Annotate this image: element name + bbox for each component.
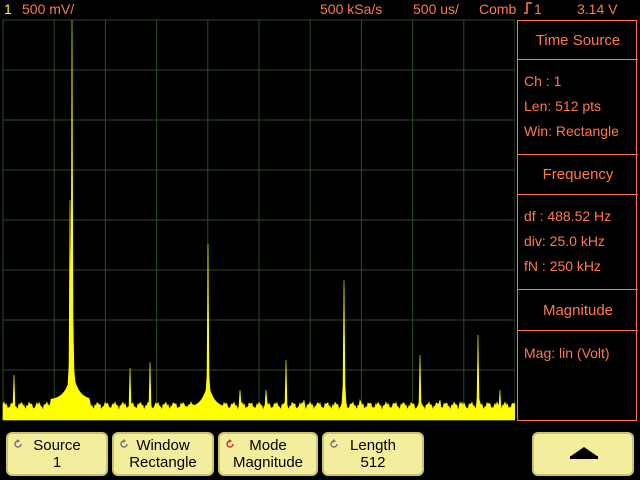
length-line: Len: 512 pts xyxy=(524,98,602,114)
window-line: Win: Rectangle xyxy=(524,123,619,139)
divider xyxy=(518,289,638,290)
channel-line: Ch : 1 xyxy=(524,73,562,89)
time-source-heading: Time Source xyxy=(535,32,621,49)
vertical-scale[interactable]: 500 mV/ xyxy=(22,1,74,17)
timebase[interactable]: 500 us/ xyxy=(413,1,459,17)
status-bar: 1 500 mV/ 500 kSa/s 500 us/ Comb 1 3.14 … xyxy=(0,0,640,18)
mode-value: Magnitude xyxy=(232,454,304,471)
spectrum-display xyxy=(2,19,515,421)
magnitude-heading: Magnitude xyxy=(542,302,614,319)
divider xyxy=(518,154,638,155)
rising-edge-icon xyxy=(523,1,533,17)
divider xyxy=(518,59,638,60)
mag-line: Mag: lin (Volt) xyxy=(524,345,610,361)
trigger-channel: 1 xyxy=(534,1,542,17)
knob-icon xyxy=(120,439,128,448)
length-softkey[interactable]: Length 512 xyxy=(322,432,424,476)
frequency-heading: Frequency xyxy=(542,166,614,183)
menu-up-button[interactable] xyxy=(532,432,634,476)
knob-icon xyxy=(330,439,338,448)
channel-indicator[interactable]: 1 xyxy=(4,1,12,17)
divider xyxy=(518,330,638,331)
fft-info-panel: Time Source Ch : 1 Len: 512 pts Win: Rec… xyxy=(517,20,638,421)
mode-softkey[interactable]: Mode Magnitude xyxy=(218,432,318,476)
div-line: div: 25.0 kHz xyxy=(524,233,605,249)
knob-icon xyxy=(14,439,22,448)
trigger-level[interactable]: 3.14 V xyxy=(577,1,617,17)
knob-icon xyxy=(226,439,234,448)
trigger-mode[interactable]: Comb xyxy=(479,1,516,17)
window-softkey[interactable]: Window Rectangle xyxy=(112,432,214,476)
source-value: 1 xyxy=(52,454,62,471)
df-line: df : 488.52 Hz xyxy=(524,208,612,224)
length-value: 512 xyxy=(360,454,386,471)
graticule xyxy=(2,19,515,421)
up-arrow-icon xyxy=(570,447,598,459)
window-value: Rectangle xyxy=(129,454,197,471)
source-softkey[interactable]: Source 1 xyxy=(6,432,108,476)
fn-line: fN : 250 kHz xyxy=(524,258,602,274)
divider xyxy=(518,194,638,195)
sample-rate: 500 kSa/s xyxy=(320,1,383,17)
